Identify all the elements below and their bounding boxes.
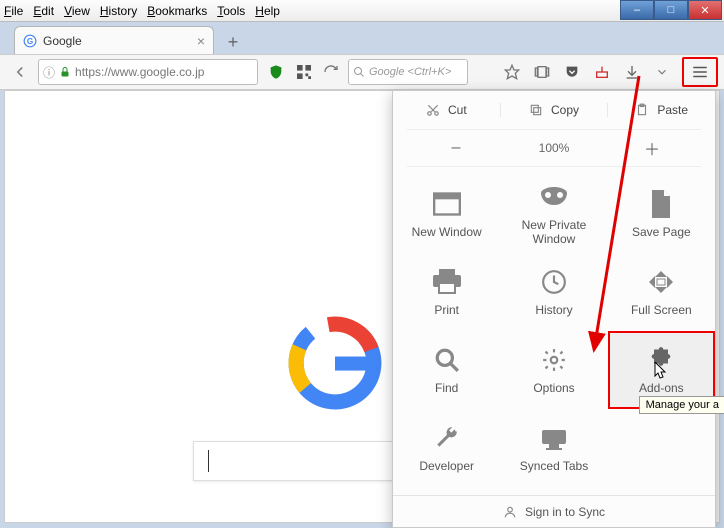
save-page-label: Save Page	[632, 225, 691, 239]
zoom-in-button[interactable]: ＋	[603, 130, 701, 166]
library-button[interactable]	[528, 58, 556, 86]
find-item[interactable]: Find	[393, 331, 500, 409]
cloud-tabs-icon	[539, 423, 569, 453]
zoom-row: – 100% ＋	[407, 129, 701, 167]
printer-icon	[432, 267, 462, 297]
addons-label: Add-ons	[639, 381, 684, 395]
edit-buttons-row: Cut Copy Paste	[393, 91, 715, 129]
reload-button[interactable]	[318, 58, 344, 86]
hamburger-menu-button[interactable]	[682, 57, 718, 87]
window-controls: – □ ✕	[620, 0, 722, 20]
new-window-item[interactable]: New Window	[393, 175, 500, 253]
new-tab-button[interactable]: +	[220, 30, 246, 54]
ext-button-1[interactable]	[588, 58, 616, 86]
copy-icon	[529, 103, 543, 117]
menu-edit[interactable]: Edit	[33, 4, 54, 18]
search-icon	[353, 66, 365, 78]
history-label: History	[535, 303, 572, 317]
fullscreen-label: Full Screen	[631, 303, 692, 317]
fullscreen-icon	[646, 267, 676, 297]
google-logo	[255, 309, 415, 417]
url-input[interactable]	[75, 65, 253, 79]
qr-icon[interactable]	[294, 58, 314, 86]
save-page-item[interactable]: Save Page	[608, 175, 715, 253]
ublock-shield-icon[interactable]	[262, 58, 290, 86]
menu-view[interactable]: View	[64, 4, 90, 18]
site-identity-icon[interactable]: ⓘ	[43, 64, 55, 81]
cursor-icon	[654, 362, 668, 380]
synced-label: Synced Tabs	[520, 459, 589, 473]
menu-file[interactable]: File	[4, 4, 23, 18]
copy-button[interactable]: Copy	[500, 103, 608, 117]
find-label: Find	[435, 381, 458, 395]
copy-label: Copy	[551, 103, 579, 117]
history-item[interactable]: History	[500, 253, 607, 331]
cut-label: Cut	[448, 103, 467, 117]
back-button[interactable]	[6, 58, 34, 86]
paste-icon	[635, 103, 649, 117]
menu-help[interactable]: Help	[255, 4, 280, 18]
print-label: Print	[434, 303, 459, 317]
sign-in-to-sync[interactable]: Sign in to Sync	[393, 495, 715, 527]
app-menu-panel: Cut Copy Paste – 100% ＋ New Window New P…	[392, 90, 716, 528]
google-favicon-icon: G	[23, 34, 37, 48]
tab-close-icon[interactable]: ×	[197, 33, 205, 49]
clock-icon	[539, 267, 569, 297]
url-bar[interactable]: ⓘ	[38, 59, 258, 85]
window-icon	[432, 189, 462, 219]
tab-title: Google	[43, 34, 82, 48]
developer-item[interactable]: Developer	[393, 409, 500, 487]
search-icon	[432, 345, 462, 375]
os-menu-bar: File Edit View History Bookmarks Tools H…	[0, 0, 724, 22]
menu-history[interactable]: History	[100, 4, 137, 18]
profile-icon	[503, 505, 517, 519]
options-item[interactable]: Options	[500, 331, 607, 409]
options-label: Options	[533, 381, 574, 395]
page-icon	[646, 189, 676, 219]
scissors-icon	[426, 103, 440, 117]
paste-label: Paste	[657, 103, 688, 117]
gear-icon	[539, 345, 569, 375]
synced-tabs-item[interactable]: Synced Tabs	[500, 409, 607, 487]
svg-text:G: G	[27, 36, 33, 45]
search-placeholder: Google <Ctrl+K>	[369, 66, 451, 78]
window-minimize-button[interactable]: –	[620, 0, 654, 20]
print-item[interactable]: Print	[393, 253, 500, 331]
lock-icon	[59, 66, 71, 78]
mask-icon	[539, 182, 569, 212]
cut-button[interactable]: Cut	[393, 103, 500, 117]
tab-google[interactable]: G Google ×	[14, 26, 214, 54]
text-caret	[208, 450, 209, 472]
paste-button[interactable]: Paste	[607, 103, 715, 117]
pocket-button[interactable]	[558, 58, 586, 86]
window-close-button[interactable]: ✕	[688, 0, 722, 20]
downloads-button[interactable]	[618, 58, 646, 86]
new-private-window-item[interactable]: New Private Window	[500, 175, 607, 253]
overflow-button[interactable]	[648, 58, 676, 86]
menu-grid: New Window New Private Window Save Page …	[393, 167, 715, 495]
window-maximize-button[interactable]: □	[654, 0, 688, 20]
tab-strip: G Google × +	[0, 22, 724, 54]
zoom-percentage: 100%	[505, 130, 603, 166]
signin-label: Sign in to Sync	[525, 505, 605, 519]
addons-tooltip: Manage your a	[639, 396, 724, 414]
new-private-label: New Private Window	[500, 218, 607, 246]
bookmark-star-button[interactable]	[498, 58, 526, 86]
menu-tools[interactable]: Tools	[217, 4, 245, 18]
search-bar[interactable]: Google <Ctrl+K>	[348, 59, 468, 85]
menu-bookmarks[interactable]: Bookmarks	[147, 4, 207, 18]
navigation-toolbar: ⓘ Google <Ctrl+K>	[0, 54, 724, 90]
developer-label: Developer	[419, 459, 474, 473]
full-screen-item[interactable]: Full Screen	[608, 253, 715, 331]
new-window-label: New Window	[412, 225, 482, 239]
wrench-icon	[432, 423, 462, 453]
zoom-out-button[interactable]: –	[407, 130, 505, 166]
